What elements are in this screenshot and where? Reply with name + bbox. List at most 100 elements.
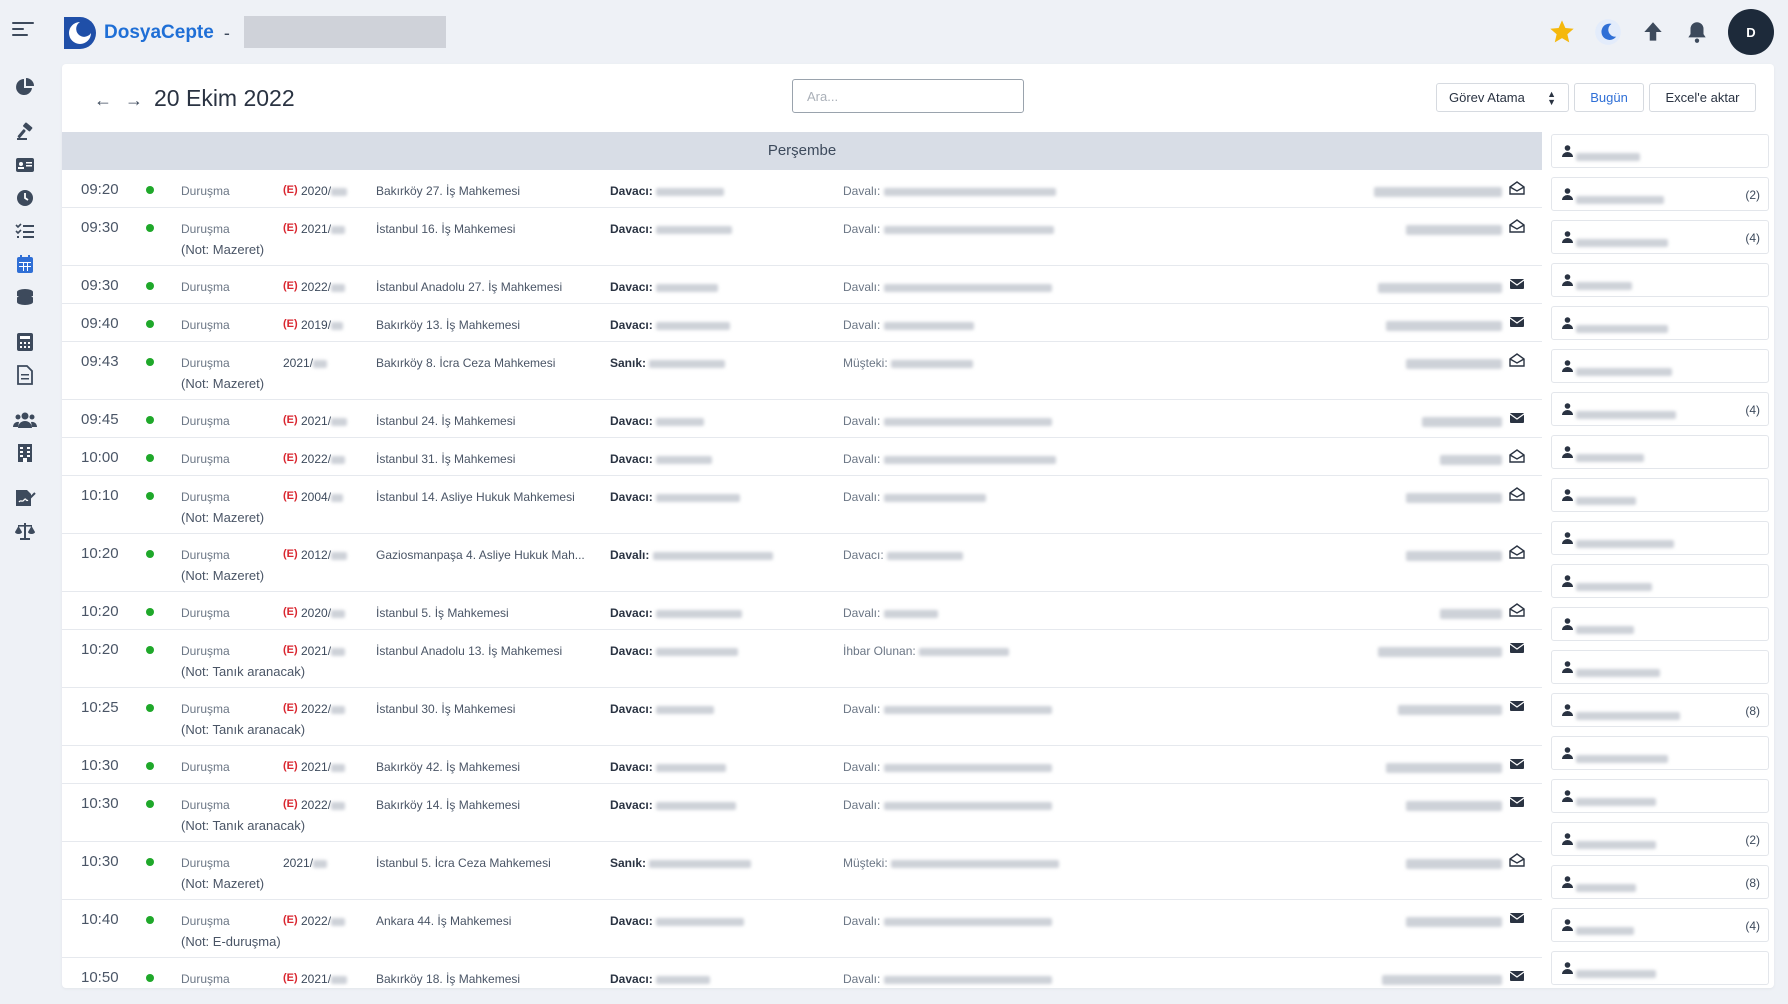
schedule-row[interactable]: 09:40 Duruşma (E) 2019/Bakırköy 13. İş Mahk… bbox=[62, 304, 1542, 342]
star-icon[interactable] bbox=[1548, 18, 1576, 46]
schedule-row[interactable]: 09:43 Duruşma (Not: Mazeret) 2021/Bakırköy … bbox=[62, 342, 1542, 400]
lawyer-item[interactable] bbox=[1551, 435, 1769, 469]
sidebar-item-contacts[interactable] bbox=[0, 148, 50, 181]
task-assign-select[interactable]: Görev Atama ▲ ▼ bbox=[1436, 83, 1569, 112]
lawyer-item[interactable]: (2) bbox=[1551, 822, 1769, 856]
prev-day-button[interactable]: ← bbox=[94, 90, 112, 111]
case-number[interactable]: 2012/ bbox=[301, 548, 348, 562]
sidebar-item-offices[interactable] bbox=[0, 436, 50, 469]
lawyer-item[interactable] bbox=[1551, 736, 1769, 770]
envelope-icon[interactable] bbox=[1509, 969, 1525, 983]
case-number[interactable]: 2021/ bbox=[301, 222, 346, 236]
case-number[interactable]: 2021/ bbox=[283, 856, 328, 870]
lawyer-item[interactable] bbox=[1551, 478, 1769, 512]
app-logo[interactable]: DosyaCepte - bbox=[60, 14, 230, 52]
case-number[interactable]: 2022/ bbox=[301, 280, 346, 294]
schedule-row[interactable]: 10:20 Duruşma (Not: Tanık aranacak) (E) 2021… bbox=[62, 630, 1542, 688]
bell-icon[interactable] bbox=[1684, 19, 1710, 45]
envelope-icon[interactable] bbox=[1509, 641, 1525, 655]
lawyer-item[interactable]: (4) bbox=[1551, 908, 1769, 942]
schedule-row[interactable]: 10:30 Duruşma (Not: Mazeret) 2021/İstanbul … bbox=[62, 842, 1542, 900]
case-number[interactable]: 2022/ bbox=[301, 914, 346, 928]
envelope-icon[interactable] bbox=[1509, 315, 1525, 329]
schedule-row[interactable]: 10:30 Duruşma (E) 2021/Bakırköy 42. İş Mahk… bbox=[62, 746, 1542, 784]
lawyer-item[interactable] bbox=[1551, 650, 1769, 684]
search-input[interactable] bbox=[792, 79, 1024, 113]
lawyer-item[interactable] bbox=[1551, 349, 1769, 383]
menu-toggle-icon[interactable] bbox=[12, 22, 34, 40]
lawyer-item[interactable] bbox=[1551, 306, 1769, 340]
sidebar-item-clients[interactable] bbox=[0, 403, 50, 436]
case-number[interactable]: 2021/ bbox=[301, 760, 346, 774]
user-avatar[interactable]: D bbox=[1728, 9, 1774, 55]
lawyer-item[interactable] bbox=[1551, 134, 1769, 168]
schedule-row[interactable]: 10:40 Duruşma (Not: E-duruşma) (E) 2022/Anka… bbox=[62, 900, 1542, 958]
envelope-open-icon[interactable] bbox=[1509, 449, 1525, 463]
envelope-open-icon[interactable] bbox=[1509, 219, 1525, 233]
lawyer-item[interactable]: (4) bbox=[1551, 220, 1769, 254]
schedule-row[interactable]: 09:45 Duruşma (E) 2021/İstanbul 24. İş Mahk… bbox=[62, 400, 1542, 438]
schedule-row[interactable]: 10:00 Duruşma (E) 2022/İstanbul 31. İş Mahk… bbox=[62, 438, 1542, 476]
e-file-badge: (E) bbox=[283, 184, 298, 196]
lawyer-item[interactable]: (4) bbox=[1551, 392, 1769, 426]
lawyer-item[interactable] bbox=[1551, 263, 1769, 297]
lawyer-item[interactable]: (8) bbox=[1551, 865, 1769, 899]
envelope-open-icon[interactable] bbox=[1509, 487, 1525, 501]
next-day-button[interactable]: → bbox=[125, 90, 143, 111]
today-button[interactable]: Bugün bbox=[1574, 83, 1644, 112]
case-number[interactable]: 2021/ bbox=[301, 972, 348, 986]
envelope-icon[interactable] bbox=[1509, 911, 1525, 925]
lawyer-item[interactable] bbox=[1551, 779, 1769, 813]
lawyer-item[interactable] bbox=[1551, 521, 1769, 555]
schedule-row[interactable]: 10:50 Duruşma (E) 2021/Bakırköy 18. İş Mahk… bbox=[62, 958, 1542, 988]
sidebar-item-dashboard[interactable] bbox=[0, 70, 50, 103]
case-number[interactable]: 2020/ bbox=[301, 606, 346, 620]
sidebar-item-signatures[interactable] bbox=[0, 481, 50, 514]
case-number[interactable]: 2022/ bbox=[301, 452, 346, 466]
schedule-row[interactable]: 10:25 Duruşma (Not: Tanık aranacak) (E) 2022… bbox=[62, 688, 1542, 746]
envelope-icon[interactable] bbox=[1509, 795, 1525, 809]
case-number[interactable]: 2021/ bbox=[301, 414, 348, 428]
lawyer-item[interactable]: (2) bbox=[1551, 177, 1769, 211]
coins-icon bbox=[17, 288, 33, 305]
sidebar-item-calendar[interactable] bbox=[0, 247, 50, 280]
schedule-row[interactable]: 09:20 Duruşma (E) 2020/Bakırköy 27. İş Mahk… bbox=[62, 170, 1542, 208]
moon-icon[interactable] bbox=[1594, 18, 1622, 46]
case-number[interactable]: 2021/ bbox=[283, 356, 328, 370]
case-number[interactable]: 2021/ bbox=[301, 644, 346, 658]
lawyer-item[interactable] bbox=[1551, 564, 1769, 598]
envelope-open-icon[interactable] bbox=[1509, 353, 1525, 367]
envelope-open-icon[interactable] bbox=[1509, 603, 1525, 617]
lawyer-item[interactable] bbox=[1551, 951, 1769, 985]
case-number[interactable]: 2004/ bbox=[301, 490, 344, 504]
case-number[interactable]: 2020/ bbox=[301, 184, 348, 198]
sidebar-item-time[interactable] bbox=[0, 181, 50, 214]
case-number[interactable]: 2019/ bbox=[301, 318, 344, 332]
upload-icon[interactable] bbox=[1640, 19, 1666, 45]
schedule-row[interactable]: 09:30 Duruşma (E) 2022/İstanbul Anadolu 27.… bbox=[62, 266, 1542, 304]
sidebar-item-cases[interactable] bbox=[0, 115, 50, 148]
schedule-row[interactable]: 10:30 Duruşma (Not: Tanık aranacak) (E) 2022… bbox=[62, 784, 1542, 842]
schedule-row[interactable]: 10:20 Duruşma (Not: Mazeret) (E) 2012/Gazios… bbox=[62, 534, 1542, 592]
case-number[interactable]: 2022/ bbox=[301, 798, 346, 812]
sidebar-item-calculator[interactable] bbox=[0, 325, 50, 358]
sidebar-item-documents[interactable] bbox=[0, 358, 50, 391]
envelope-icon[interactable] bbox=[1509, 757, 1525, 771]
envelope-open-icon[interactable] bbox=[1509, 545, 1525, 559]
envelope-open-icon[interactable] bbox=[1509, 181, 1525, 195]
envelope-open-icon[interactable] bbox=[1509, 853, 1525, 867]
lawyer-item[interactable]: (8) bbox=[1551, 693, 1769, 727]
sidebar-item-law[interactable] bbox=[0, 514, 50, 547]
schedule-row[interactable]: 10:10 Duruşma (Not: Mazeret) (E) 2004/İstanb… bbox=[62, 476, 1542, 534]
case-number[interactable]: 2022/ bbox=[301, 702, 346, 716]
sidebar-item-tasks[interactable] bbox=[0, 214, 50, 247]
schedule-row[interactable]: 09:30 Duruşma (Not: Mazeret) (E) 2021/İstanb… bbox=[62, 208, 1542, 266]
envelope-icon[interactable] bbox=[1509, 277, 1525, 291]
lawyer-item[interactable] bbox=[1551, 607, 1769, 641]
envelope-icon[interactable] bbox=[1509, 411, 1525, 425]
envelope-icon[interactable] bbox=[1509, 699, 1525, 713]
party-label: Davacı: bbox=[610, 972, 711, 986]
sidebar-item-finance[interactable] bbox=[0, 280, 50, 313]
schedule-row[interactable]: 10:20 Duruşma (E) 2020/İstanbul 5. İş Mahke… bbox=[62, 592, 1542, 630]
export-excel-button[interactable]: Excel'e aktar bbox=[1649, 83, 1756, 112]
